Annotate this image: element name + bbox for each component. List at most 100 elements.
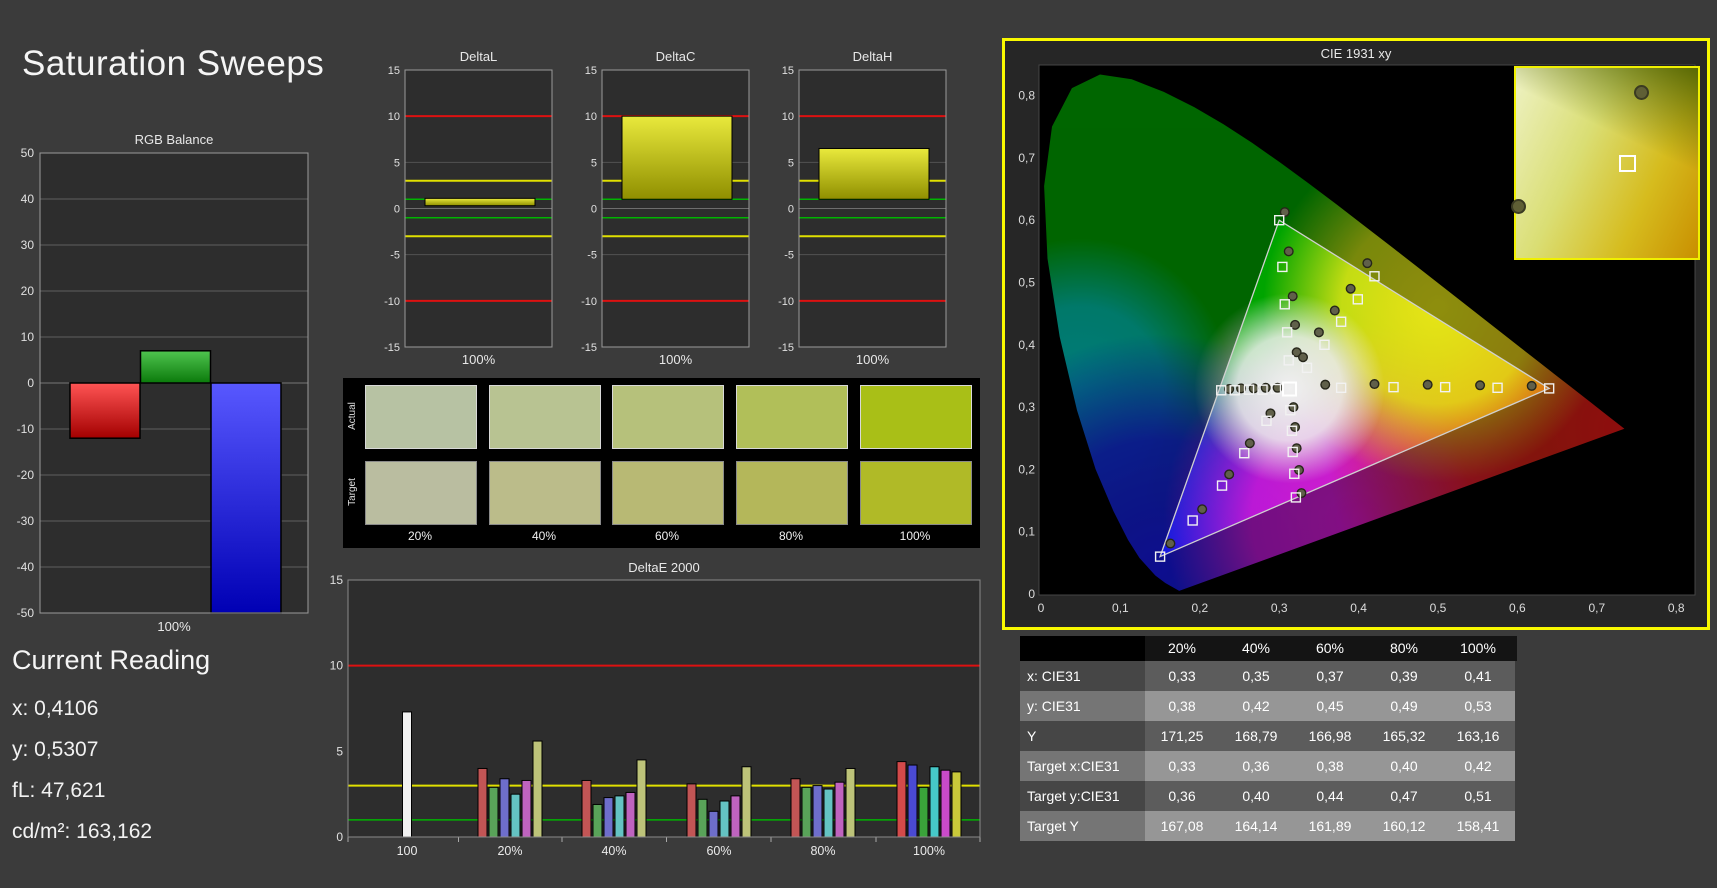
- swatch-row-label: Actual: [347, 402, 358, 430]
- table-cell: 167,08: [1145, 811, 1219, 841]
- deltae-bar: [918, 786, 929, 838]
- rgb-balance-chart: -50 -40 -30 -20 -10 0 10 20 30 40 50: [0, 145, 312, 620]
- svg-text:10: 10: [782, 111, 794, 123]
- measured-point-yellow: [1298, 352, 1309, 363]
- swatch-target-40%: [489, 461, 601, 525]
- table-cell: 163,16: [1441, 721, 1515, 751]
- table-cell: 0,39: [1367, 661, 1441, 691]
- swatch-col-label: 100%: [899, 529, 931, 543]
- svg-text:-10: -10: [581, 296, 597, 308]
- table-cell: 0,47: [1367, 781, 1441, 811]
- swatch-actual-60%: [612, 385, 724, 449]
- measured-point-green: [1283, 246, 1294, 257]
- deltae-bar: [823, 788, 834, 838]
- svg-text:0,1: 0,1: [1018, 525, 1035, 539]
- svg-text:50: 50: [21, 146, 35, 160]
- table-cell: 0,35: [1219, 661, 1293, 691]
- rgb-bar-green: [139, 350, 212, 384]
- current-reading-cdm2: cd/m²: 163,162: [12, 820, 153, 843]
- table-cell: 0,41: [1441, 661, 1515, 691]
- measured-point-yellow: [1362, 258, 1373, 269]
- deltah-chart: -15 -10 -5 0 5 10 15: [763, 62, 954, 360]
- svg-text:0,8: 0,8: [1668, 601, 1685, 615]
- cie-title: CIE 1931 xy: [1320, 46, 1392, 61]
- table-cell: 0,44: [1293, 781, 1367, 811]
- table-cell: 160,12: [1367, 811, 1441, 841]
- deltah-xlabel: 100%: [855, 352, 890, 367]
- svg-text:-30: -30: [17, 514, 35, 528]
- rgb-bar-red: [69, 382, 141, 439]
- svg-text:5: 5: [591, 157, 597, 169]
- svg-text:10: 10: [330, 659, 344, 673]
- deltae-bar: [730, 795, 741, 838]
- table-corner-cell: [1020, 636, 1145, 661]
- table-cell: 0,42: [1441, 751, 1515, 781]
- deltae-bar: [402, 711, 412, 838]
- svg-text:40: 40: [21, 192, 35, 206]
- table-col-header: 100%: [1460, 640, 1496, 656]
- table-row-label: y: CIE31: [1020, 691, 1145, 721]
- svg-text:0,2: 0,2: [1018, 462, 1035, 476]
- swatch-col-label: 80%: [778, 529, 804, 543]
- table-row-label: Target y:CIE31: [1020, 781, 1145, 811]
- table-cell: 0,40: [1219, 781, 1293, 811]
- table-row: y: CIE31 0,38 0,42 0,45 0,49 0,53: [1020, 691, 1517, 721]
- table-col-header: 80%: [1389, 640, 1419, 656]
- svg-text:-15: -15: [581, 342, 597, 354]
- deltae-bar: [499, 778, 510, 838]
- svg-text:0,4: 0,4: [1350, 601, 1367, 615]
- table-cell: 168,79: [1219, 721, 1293, 751]
- svg-text:0,7: 0,7: [1018, 151, 1035, 165]
- measured-point-red: [1526, 380, 1537, 391]
- table-cell: 0,37: [1293, 661, 1367, 691]
- deltae-bar: [708, 810, 719, 838]
- table-cell: 0,33: [1145, 751, 1219, 781]
- table-cell: 0,38: [1293, 751, 1367, 781]
- measured-point-magenta: [1290, 422, 1301, 433]
- svg-text:-10: -10: [384, 296, 400, 308]
- swatch-actual-100%: [860, 385, 972, 449]
- table-row-label: Y: [1020, 721, 1145, 751]
- deltae-bar: [625, 791, 636, 838]
- svg-text:0,1: 0,1: [1112, 601, 1129, 615]
- svg-text:0,3: 0,3: [1271, 601, 1288, 615]
- svg-text:60%: 60%: [706, 844, 731, 858]
- svg-text:10: 10: [21, 330, 35, 344]
- svg-text:-15: -15: [778, 342, 794, 354]
- svg-text:0: 0: [394, 204, 400, 216]
- measured-point-blue: [1197, 504, 1208, 515]
- swatch-target-60%: [612, 461, 724, 525]
- rgb-balance-xlabel: 100%: [157, 619, 191, 634]
- deltal-xlabel: 100%: [461, 352, 496, 367]
- inset-circle-marker: [1633, 84, 1649, 100]
- measured-point-red: [1422, 379, 1433, 390]
- svg-text:15: 15: [585, 65, 597, 77]
- svg-text:0: 0: [1038, 601, 1045, 615]
- deltac-xlabel: 100%: [658, 352, 693, 367]
- swatch-row-label: Target: [347, 478, 358, 506]
- deltaL-bar: [424, 197, 536, 207]
- table-cell: 158,41: [1441, 811, 1515, 841]
- table-cell: 0,42: [1219, 691, 1293, 721]
- svg-text:0,5: 0,5: [1018, 276, 1035, 290]
- svg-text:15: 15: [388, 65, 400, 77]
- deltae-bar: [951, 771, 962, 838]
- table-row: Target Y 167,08 164,14 161,89 160,12 158,41: [1020, 811, 1517, 841]
- measured-point-magenta: [1288, 402, 1299, 413]
- svg-text:0,6: 0,6: [1018, 213, 1035, 227]
- svg-text:-50: -50: [17, 606, 35, 619]
- svg-text:0,7: 0,7: [1588, 601, 1605, 615]
- deltal-chart: -15 -10 -5 0 5 10 15: [369, 62, 560, 360]
- table-row-label: x: CIE31: [1020, 661, 1145, 691]
- svg-text:15: 15: [782, 65, 794, 77]
- svg-text:30: 30: [21, 238, 35, 252]
- table-cell: 161,89: [1293, 811, 1367, 841]
- deltae-bar: [614, 795, 625, 838]
- swatch-actual-40%: [489, 385, 601, 449]
- svg-text:5: 5: [394, 157, 400, 169]
- deltae-bar: [929, 766, 940, 838]
- deltae-bar: [697, 798, 708, 838]
- table-row: Y 171,25 168,79 166,98 165,32 163,16: [1020, 721, 1517, 751]
- deltae-bar: [603, 797, 614, 838]
- deltae-bar: [719, 800, 730, 838]
